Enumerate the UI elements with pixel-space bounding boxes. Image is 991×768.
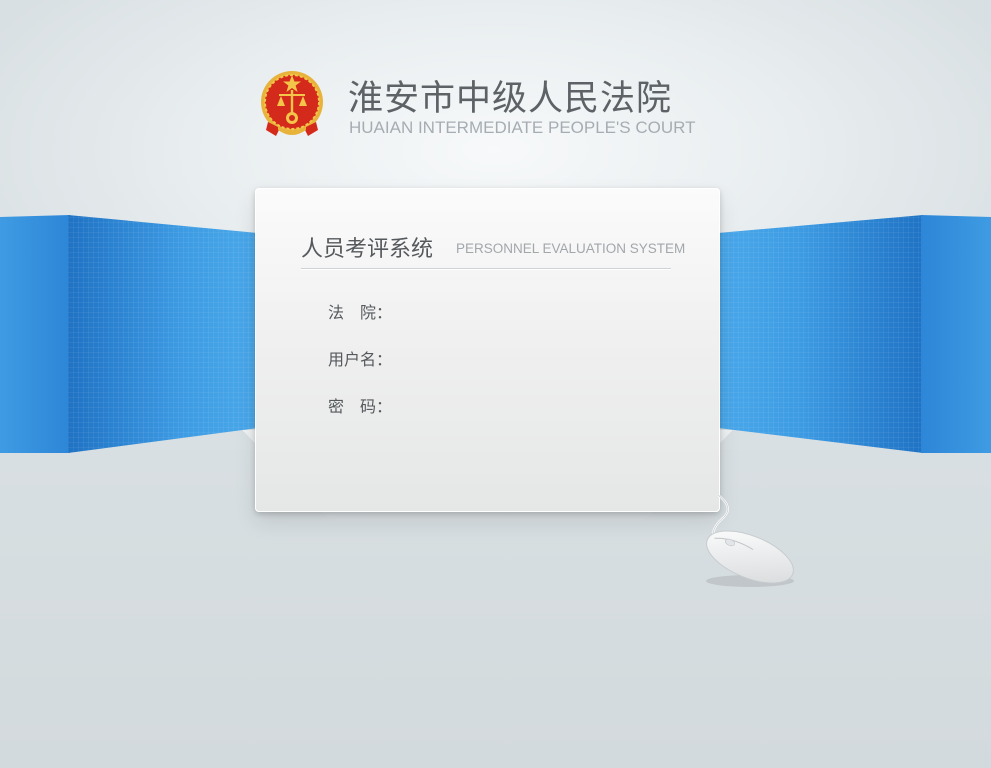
mouse-icon <box>688 493 808 593</box>
right-blue-panel-outer <box>921 215 991 453</box>
left-blue-panel-outer <box>0 215 70 453</box>
right-blue-panel-inner <box>718 215 923 453</box>
court-field-label: 法 院： <box>328 303 393 322</box>
court-subtitle: HUAIAN INTERMEDIATE PEOPLE'S COURT <box>349 118 696 137</box>
password-field-label: 密 码： <box>328 397 393 416</box>
court-emblem-icon <box>258 66 326 140</box>
login-card: 人员考评系统 PERSONNEL EVALUATION SYSTEM 法 院： … <box>255 188 720 512</box>
system-title: 人员考评系统 <box>301 237 434 262</box>
left-blue-panel-inner <box>68 215 258 453</box>
title-divider <box>301 268 671 270</box>
username-field[interactable] <box>406 342 640 370</box>
username-field-label: 用户名： <box>328 350 393 369</box>
court-field[interactable] <box>406 295 640 323</box>
password-field[interactable] <box>406 389 640 417</box>
system-subtitle: PERSONNEL EVALUATION SYSTEM <box>456 241 686 256</box>
court-title: 淮安市中级人民法院 <box>348 79 673 119</box>
